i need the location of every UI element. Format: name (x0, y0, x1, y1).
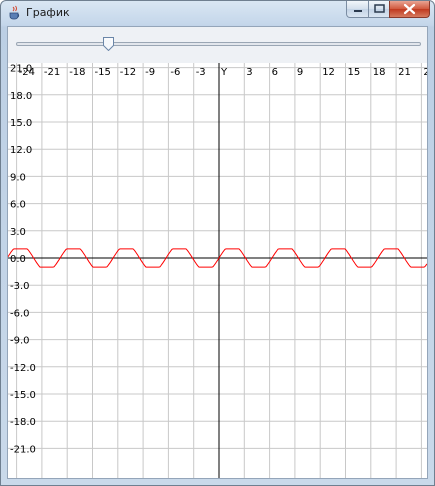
maximize-button[interactable] (368, 1, 390, 18)
y-tick-label: 6.0 (10, 200, 26, 211)
x-tick-label: 3 (246, 67, 252, 78)
y-tick-label: -9.0 (10, 336, 30, 347)
x-tick-label: -6 (170, 67, 180, 78)
maximize-icon (374, 4, 385, 13)
minimize-icon (354, 10, 362, 12)
x-tick-label: 18 (373, 67, 386, 78)
y-tick-label: -15.0 (10, 390, 36, 401)
axes (8, 63, 427, 478)
x-tick-label: 15 (348, 67, 361, 78)
java-cup-icon (9, 5, 20, 20)
content-pane: -24-21-18-15-12-9-6-3Y36912151821221.018… (7, 26, 430, 479)
app-window: График -24 -21 -18 -15 -12 -9 -6 -3 Y 3 6 9 12 15 18 (0, 0, 435, 486)
slider-panel (8, 27, 427, 63)
y-tick-label: 12.0 (10, 145, 32, 156)
title-bar[interactable]: График (1, 1, 434, 25)
graph-plot: -24-21-18-15-12-9-6-3Y36912151821221.018… (7, 63, 430, 478)
x-tick-label: -9 (145, 67, 155, 78)
x-tick-label: -18 (69, 67, 85, 78)
y-tick-label: -21.0 (10, 444, 36, 455)
y-tick-label: -6.0 (10, 308, 30, 319)
y-tick-label: 21.0 (10, 64, 32, 75)
y-tick-label: -3.0 (10, 281, 30, 292)
y-tick-label: 18.0 (10, 91, 32, 102)
x-tick-label: 9 (297, 67, 303, 78)
graph-canvas: -24-21-18-15-12-9-6-3Y36912151821221.018… (7, 63, 430, 478)
close-button[interactable] (389, 1, 430, 18)
y-tick-label: 9.0 (10, 172, 26, 183)
slider-track[interactable] (16, 42, 421, 46)
close-icon (403, 3, 416, 15)
y-tick-label: 3.0 (10, 227, 26, 238)
x-tick-label: -12 (120, 67, 136, 78)
x-tick-label: -3 (196, 67, 206, 78)
grid-lines (8, 63, 427, 478)
y-tick-label: -12.0 (10, 363, 36, 374)
x-tick-label: 6 (272, 67, 278, 78)
y-tick-label: 15.0 (10, 118, 32, 129)
slider-thumb[interactable] (102, 37, 114, 51)
y-tick-label: 0.0 (10, 254, 26, 265)
x-tick-label: 21 (398, 67, 411, 78)
x-tick-label: Y (220, 67, 228, 78)
x-tick-label: -21 (44, 67, 60, 78)
window-title: График (26, 6, 70, 19)
x-tick-label: -15 (95, 67, 111, 78)
x-tick-label: 12 (322, 67, 335, 78)
y-tick-label: -18.0 (10, 417, 36, 428)
minimize-button[interactable] (346, 1, 369, 18)
x-tick-label: 2 (423, 67, 427, 78)
